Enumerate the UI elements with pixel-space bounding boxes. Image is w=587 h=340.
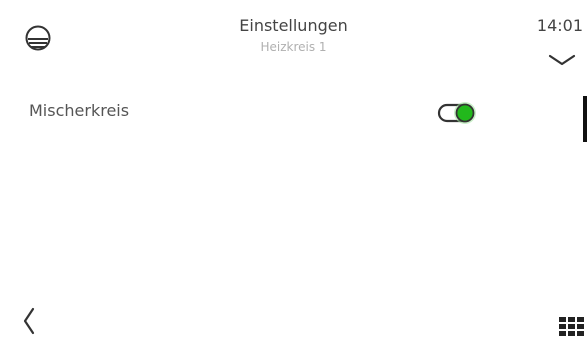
scrollbar[interactable] xyxy=(583,96,587,142)
setting-row-mischerkreis: Mischerkreis xyxy=(0,88,587,134)
mischerkreis-toggle[interactable] xyxy=(433,98,485,128)
chevron-down-icon[interactable] xyxy=(547,52,577,68)
settings-screen: Einstellungen Heizkreis 1 14:01 Mischerk… xyxy=(0,0,587,340)
page-subtitle: Heizkreis 1 xyxy=(260,40,327,54)
chevron-left-icon[interactable] xyxy=(20,306,40,336)
grid-menu-icon[interactable] xyxy=(558,316,587,338)
page-title: Einstellungen xyxy=(239,16,348,35)
clock: 14:01 xyxy=(536,16,583,35)
setting-label: Mischerkreis xyxy=(29,101,130,120)
